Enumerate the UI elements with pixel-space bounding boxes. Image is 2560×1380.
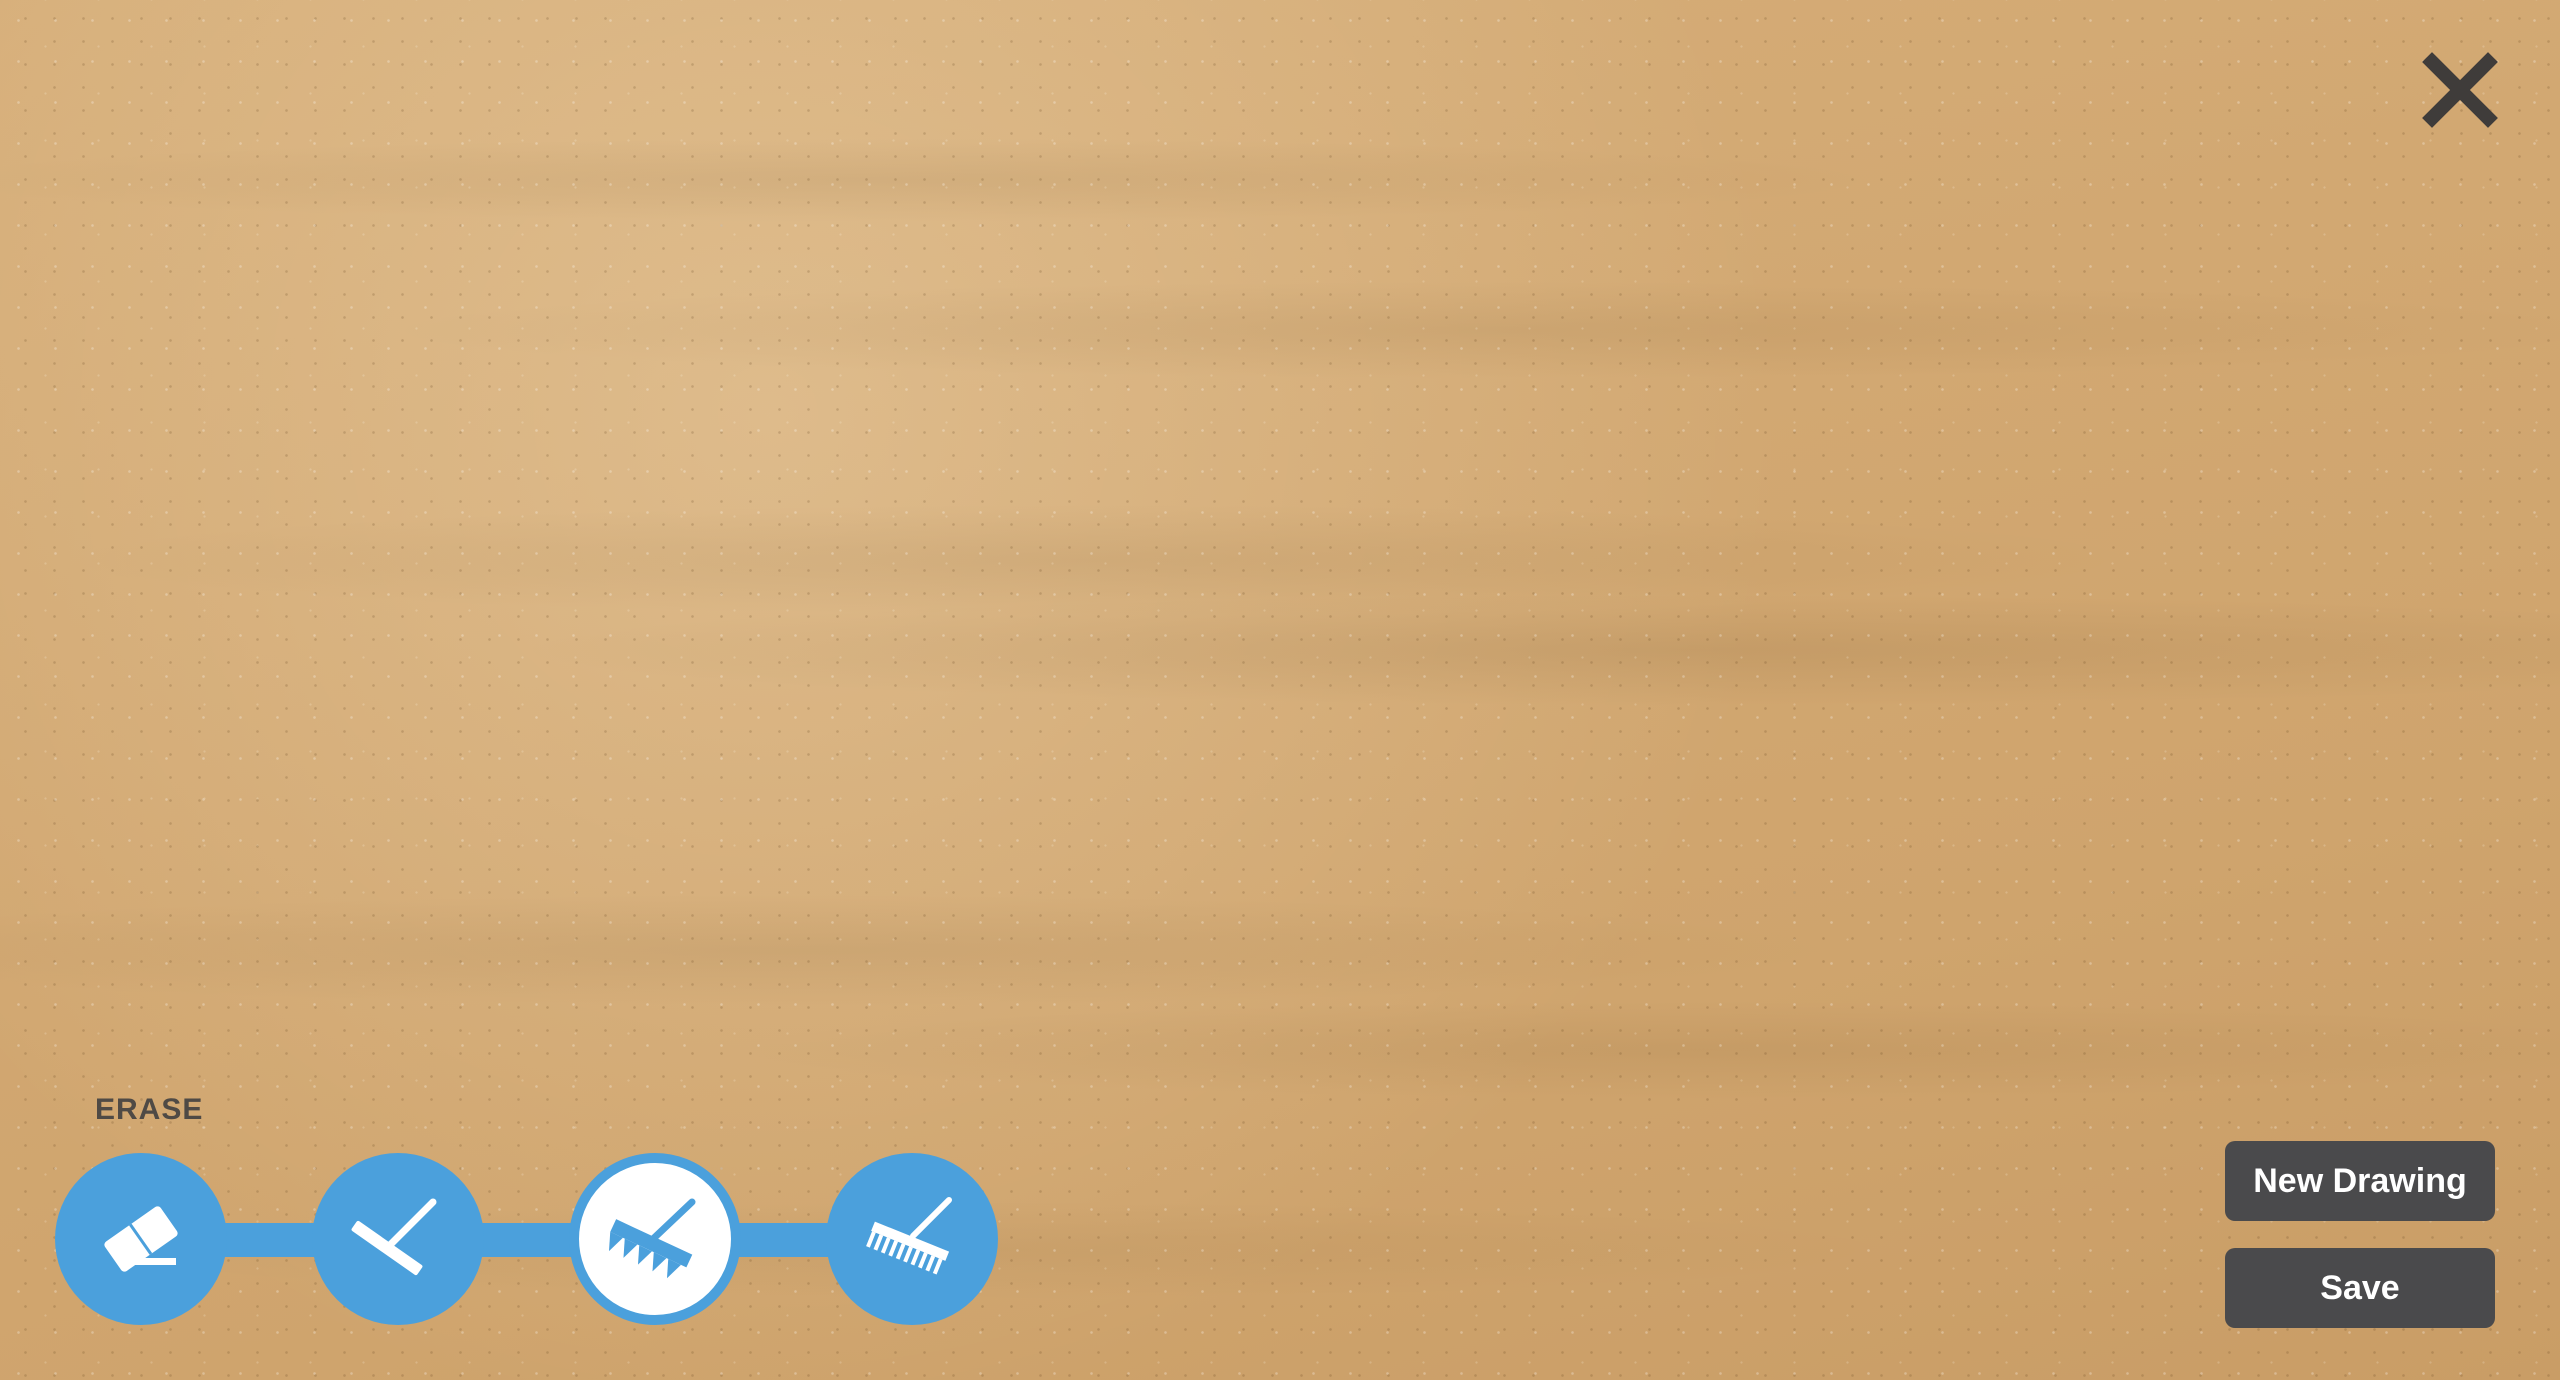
new-drawing-button[interactable]: New Drawing: [2225, 1141, 2495, 1221]
eraser-icon: [104, 1206, 178, 1272]
tool-flat-rake-button[interactable]: [312, 1153, 484, 1325]
tool-selector: ERASE: [55, 1093, 1005, 1328]
close-icon: [2422, 52, 2498, 128]
tool-connector-line: [141, 1223, 919, 1257]
save-button[interactable]: Save: [2225, 1248, 2495, 1328]
tool-wide-tooth-rake-button[interactable]: [569, 1153, 741, 1325]
fine-tooth-rake-icon: [866, 1197, 952, 1275]
wide-tooth-rake-icon: [608, 1198, 696, 1279]
close-button[interactable]: [2420, 50, 2500, 130]
tool-fine-tooth-rake-button[interactable]: [826, 1153, 998, 1325]
active-tool-label: ERASE: [95, 1093, 204, 1126]
action-buttons: New Drawing Save: [2225, 1141, 2495, 1328]
tool-eraser-button[interactable]: [55, 1153, 227, 1325]
flat-rake-icon: [351, 1198, 437, 1276]
